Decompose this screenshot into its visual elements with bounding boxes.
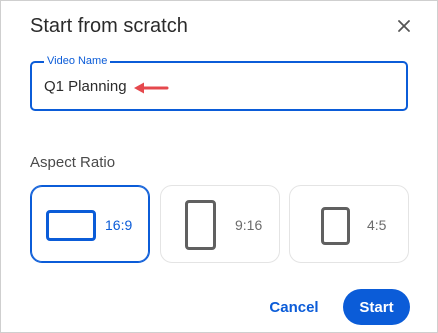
video-name-label: Video Name <box>44 54 111 68</box>
portrait-rectangle-icon <box>185 200 216 250</box>
aspect-ratio-option-label: 9:16 <box>235 217 263 233</box>
aspect-ratio-option-label: 4:5 <box>367 217 387 233</box>
aspect-ratio-option-16-9[interactable]: 16:9 <box>30 185 150 263</box>
aspect-ratio-label: Aspect Ratio <box>30 154 116 171</box>
cancel-button[interactable]: Cancel <box>259 290 329 324</box>
dialog-title: Start from scratch <box>30 15 188 37</box>
aspect-ratio-option-label: 16:9 <box>105 217 133 233</box>
left-arrow-icon <box>133 81 169 95</box>
aspect-ratio-option-9-16[interactable]: 9:16 <box>160 185 280 263</box>
video-name-input[interactable]: Q1 Planning <box>44 77 127 97</box>
start-button[interactable]: Start <box>343 289 410 325</box>
video-name-field[interactable]: Video Name Q1 Planning <box>30 54 408 111</box>
landscape-rectangle-icon <box>46 210 96 241</box>
start-from-scratch-dialog: Start from scratch Video Name Q1 Plannin… <box>0 0 438 333</box>
aspect-ratio-option-4-5[interactable]: 4:5 <box>289 185 409 263</box>
close-icon <box>398 20 410 32</box>
portrait-4-5-rectangle-icon <box>321 207 350 245</box>
close-button[interactable] <box>392 14 416 38</box>
